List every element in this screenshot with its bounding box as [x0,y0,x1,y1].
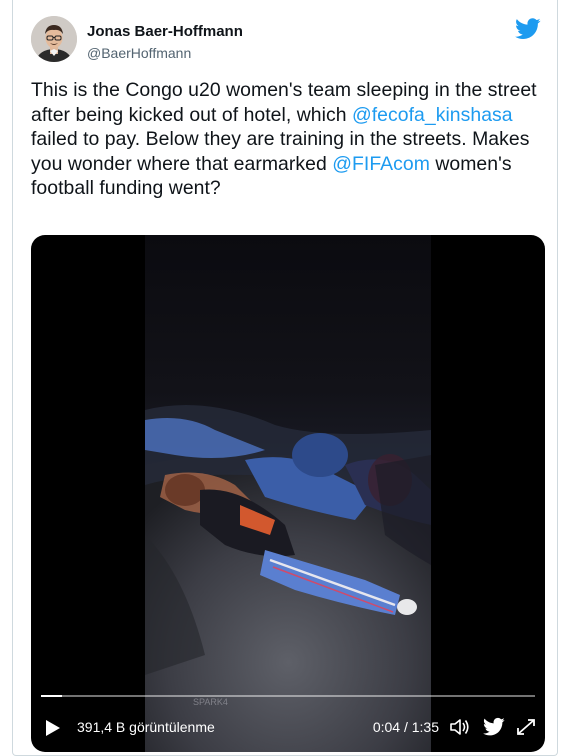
video-player[interactable]: SPARK4 391,4 B görüntülenme 0:04 / 1:35 [31,235,545,752]
avatar-photo-icon [31,16,77,62]
author-handle[interactable]: @BaerHoffmann [87,45,191,61]
video-watermark: SPARK4 [193,697,228,707]
twitter-bird-icon[interactable] [483,717,505,737]
video-controls: 391,4 B görüntülenme 0:04 / 1:35 [31,707,545,747]
tweet-header: Jonas Baer-Hoffmann @BaerHoffmann [31,14,543,64]
mention-link[interactable]: @FIFAcom [332,153,430,175]
video-time: 0:04 / 1:35 [372,719,439,735]
video-progress-bar[interactable] [41,695,535,697]
author-avatar[interactable] [31,16,77,62]
volume-icon[interactable] [449,717,471,737]
video-frame[interactable]: SPARK4 [145,235,431,752]
author-name[interactable]: Jonas Baer-Hoffmann [87,23,243,40]
tweet-card: Jonas Baer-Hoffmann @BaerHoffmann This i… [12,0,558,756]
mention-link[interactable]: @fecofa_kinshasa [352,104,513,126]
tweet-text: This is the Congo u20 women's team sleep… [31,78,551,201]
video-progress-fill [41,695,62,697]
fullscreen-icon[interactable] [515,717,537,737]
play-icon[interactable] [45,719,61,737]
view-count: 391,4 B görüntülenme [77,719,215,735]
twitter-bird-icon[interactable] [515,18,541,40]
